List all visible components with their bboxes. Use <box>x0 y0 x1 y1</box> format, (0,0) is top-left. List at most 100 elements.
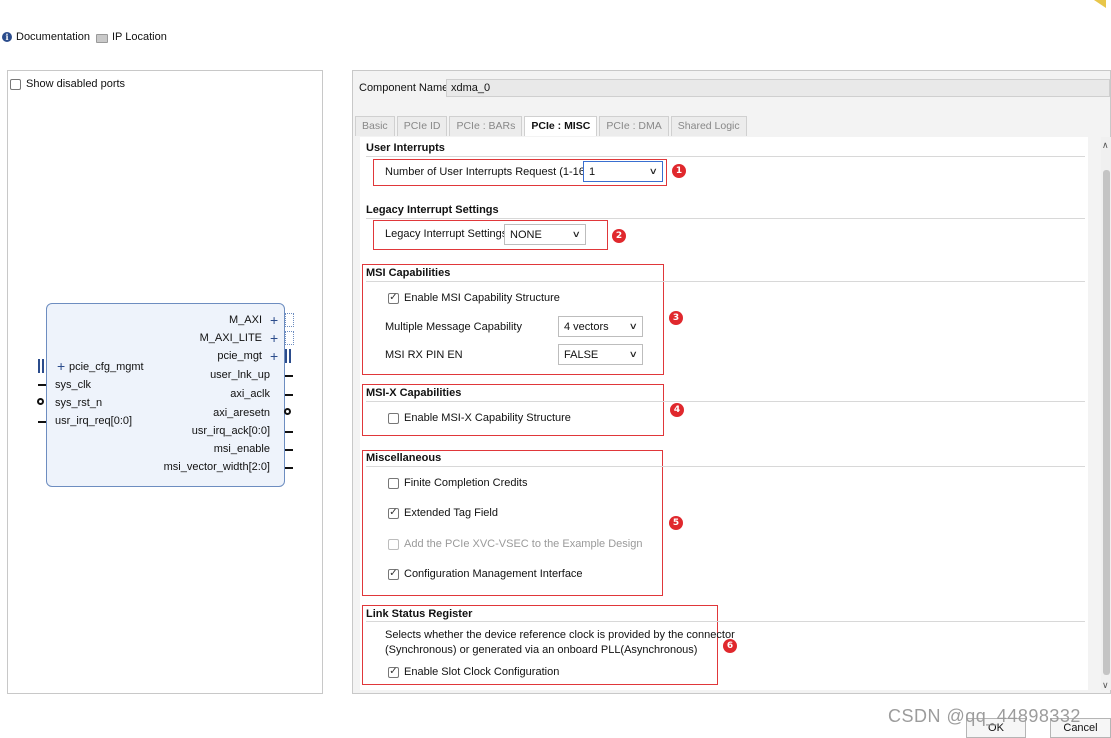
documentation-label: Documentation <box>16 31 90 43</box>
bus-port-icon <box>38 359 44 373</box>
finite-completion-checkbox[interactable]: Finite Completion Credits <box>388 477 528 489</box>
legacy-interrupt-title: Legacy Interrupt Settings <box>366 204 499 216</box>
tab-pcie-misc[interactable]: PCIe : MISC <box>524 116 598 136</box>
tab-pcie-dma[interactable]: PCIe : DMA <box>599 116 669 136</box>
ip-location-link[interactable]: IP Location <box>96 31 167 43</box>
ip-location-label: IP Location <box>112 31 167 43</box>
annotation-badge-2: 2 <box>612 229 626 243</box>
link-status-title: Link Status Register <box>366 608 473 620</box>
link-status-description-1: Selects whether the device reference clo… <box>385 629 735 641</box>
user-interrupts-select[interactable]: 1 ∨ <box>583 161 663 182</box>
pin-pcie-cfg-mgmt: pcie_cfg_mgmt <box>69 361 144 373</box>
pin-m-axi: M_AXI <box>228 314 262 326</box>
checkmark-icon: ✓ <box>388 292 399 304</box>
component-name-label: Component Name <box>359 82 449 94</box>
enable-msi-label: Enable MSI Capability Structure <box>404 292 560 304</box>
port-wire <box>38 421 46 423</box>
port-wire <box>285 431 293 433</box>
port-wire <box>285 394 293 396</box>
msi-title: MSI Capabilities <box>366 267 451 279</box>
tab-pcie-id[interactable]: PCIe ID <box>396 116 448 136</box>
msix-title: MSI-X Capabilities <box>366 387 462 399</box>
chevron-down-icon: ∨ <box>572 229 582 239</box>
chevron-down-icon: ∨ <box>629 349 639 359</box>
pin-sys-clk: sys_clk <box>55 379 92 391</box>
annotation-badge-3: 3 <box>669 311 683 325</box>
plus-icon: + <box>57 358 66 374</box>
slot-clock-checkbox[interactable]: ✓ Enable Slot Clock Configuration <box>388 666 559 678</box>
pin-usr-irq-ack: usr_irq_ack[0:0] <box>191 425 270 437</box>
config-mgmt-checkbox[interactable]: ✓ Configuration Management Interface <box>388 568 583 580</box>
inverted-port-icon <box>37 398 44 405</box>
pin-m-axi-lite: M_AXI_LITE <box>199 332 262 344</box>
port-wire <box>285 449 293 451</box>
section-separator <box>366 466 1085 467</box>
msi-rx-pin-label: MSI RX PIN EN <box>385 349 463 361</box>
port-wire <box>285 375 293 377</box>
pin-axi-aclk: axi_aclk <box>230 388 270 400</box>
bus-port-icon <box>285 313 294 327</box>
enable-msix-label: Enable MSI-X Capability Structure <box>404 412 571 424</box>
plus-icon: + <box>270 348 279 364</box>
pin-sys-rst-n: sys_rst_n <box>55 397 103 409</box>
checkmark-icon: ✓ <box>388 507 399 519</box>
plus-icon: + <box>270 330 279 346</box>
checkbox-icon <box>388 477 399 489</box>
section-separator <box>366 281 1085 282</box>
section-separator <box>366 621 1085 622</box>
pin-user-lnk-up: user_lnk_up <box>210 369 270 381</box>
inverted-port-icon <box>284 408 291 415</box>
extended-tag-label: Extended Tag Field <box>404 507 498 519</box>
enable-msi-checkbox[interactable]: ✓ Enable MSI Capability Structure <box>388 292 560 304</box>
tab-bar: Basic PCIe ID PCIe : BARs PCIe : MISC PC… <box>355 116 749 136</box>
xvc-vsec-checkbox[interactable]: Add the PCIe XVC-VSEC to the Example Des… <box>388 538 642 550</box>
chevron-down-icon: ∨ <box>629 321 639 331</box>
checkmark-icon: ✓ <box>388 666 399 678</box>
user-interrupts-title: User Interrupts <box>366 142 445 154</box>
enable-msix-checkbox[interactable]: Enable MSI-X Capability Structure <box>388 412 571 424</box>
legacy-interrupt-value: NONE <box>510 228 542 241</box>
bus-port-icon <box>285 349 291 363</box>
msi-rx-pin-select[interactable]: FALSE ∨ <box>558 344 643 365</box>
bus-port-icon <box>285 331 294 345</box>
pin-usr-irq-req: usr_irq_req[0:0] <box>55 415 133 427</box>
tab-basic[interactable]: Basic <box>355 116 395 136</box>
legacy-interrupt-select[interactable]: NONE ∨ <box>504 224 586 245</box>
corner-marker-icon <box>1094 0 1106 8</box>
checkbox-icon <box>388 538 399 550</box>
extended-tag-checkbox[interactable]: ✓ Extended Tag Field <box>388 507 498 519</box>
miscellaneous-title: Miscellaneous <box>366 452 442 464</box>
checkbox-icon <box>388 412 399 424</box>
pin-msi-enable: msi_enable <box>213 443 270 455</box>
tab-pcie-bars[interactable]: PCIe : BARs <box>449 116 523 136</box>
legacy-interrupt-label: Legacy Interrupt Settings <box>385 228 508 240</box>
slot-clock-label: Enable Slot Clock Configuration <box>404 666 560 678</box>
xdma-ip-block[interactable]: M_AXI + M_AXI_LITE + pcie_mgt + user_lnk… <box>46 303 285 487</box>
chevron-down-icon: ∨ <box>649 166 659 176</box>
section-separator <box>366 401 1085 402</box>
scroll-up-icon[interactable]: ∧ <box>1102 140 1109 151</box>
annotation-badge-1: 1 <box>672 164 686 178</box>
show-disabled-ports-label: Show disabled ports <box>26 78 126 90</box>
port-wire <box>285 467 293 469</box>
scrollbar-thumb[interactable] <box>1103 170 1110 675</box>
documentation-link[interactable]: i Documentation <box>2 31 90 43</box>
watermark: CSDN @qq_44898332 <box>888 706 1081 726</box>
tab-shared-logic[interactable]: Shared Logic <box>670 116 747 136</box>
multiple-message-select[interactable]: 4 vectors ∨ <box>558 316 643 337</box>
pin-msi-vector-width: msi_vector_width[2:0] <box>163 461 270 473</box>
plus-icon: + <box>270 312 279 328</box>
checkbox-icon <box>10 78 21 90</box>
config-mgmt-label: Configuration Management Interface <box>404 568 583 580</box>
scroll-down-icon[interactable]: ∨ <box>1102 680 1109 691</box>
multiple-message-value: 4 vectors <box>564 320 609 333</box>
show-disabled-ports-checkbox[interactable]: Show disabled ports <box>10 78 125 90</box>
component-name-input[interactable]: xdma_0 <box>446 79 1110 97</box>
user-interrupts-value: 1 <box>589 165 596 178</box>
finite-completion-label: Finite Completion Credits <box>404 477 528 489</box>
port-wire <box>38 384 46 386</box>
pin-pcie-mgt: pcie_mgt <box>217 350 262 362</box>
user-interrupts-label: Number of User Interrupts Request (1-16) <box>385 166 589 178</box>
msi-rx-pin-value: FALSE <box>564 348 599 361</box>
link-status-description-2: (Synchronous) or generated via an onboar… <box>385 644 698 656</box>
